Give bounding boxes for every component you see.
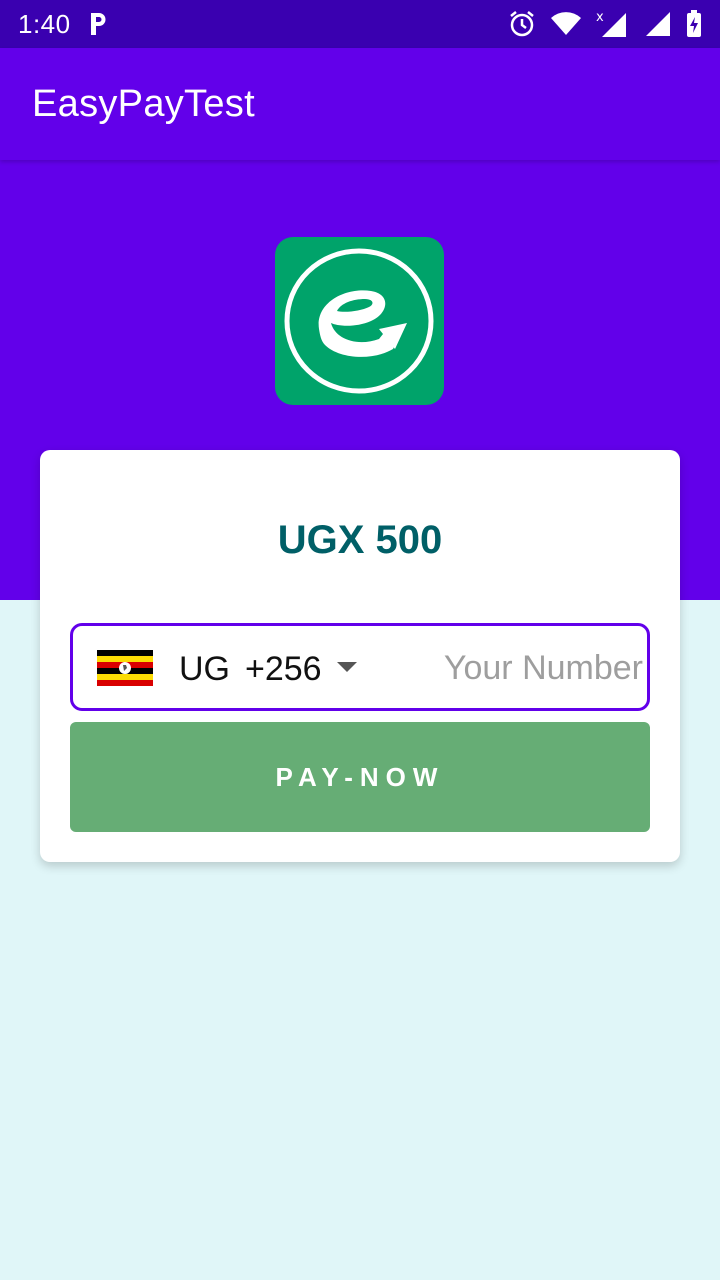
wifi-icon [550,11,582,37]
status-icons: x [508,9,702,39]
status-time: 1:40 [18,8,71,39]
pay-now-button[interactable]: PAY-NOW [70,722,650,832]
app-bar: EasyPayTest [0,48,720,160]
phone-number-input[interactable] [403,642,643,694]
dial-code[interactable]: +256 [245,650,322,689]
phone-number-field[interactable]: UG +256 [70,623,650,711]
signal-x-icon: x [596,9,628,39]
p-icon [87,11,109,37]
dropdown-arrow-icon[interactable] [337,662,357,672]
svg-text:x: x [596,10,604,25]
easypay-logo-icon [275,237,444,405]
alarm-icon [508,10,536,38]
country-code-label[interactable]: UG [179,650,230,689]
signal-icon [642,10,672,38]
app-title: EasyPayTest [32,82,255,125]
battery-charging-icon [686,10,702,38]
payment-amount: UGX 500 [277,518,443,562]
status-bar: 1:40 x [0,0,720,48]
uganda-flag-icon[interactable] [97,650,153,686]
